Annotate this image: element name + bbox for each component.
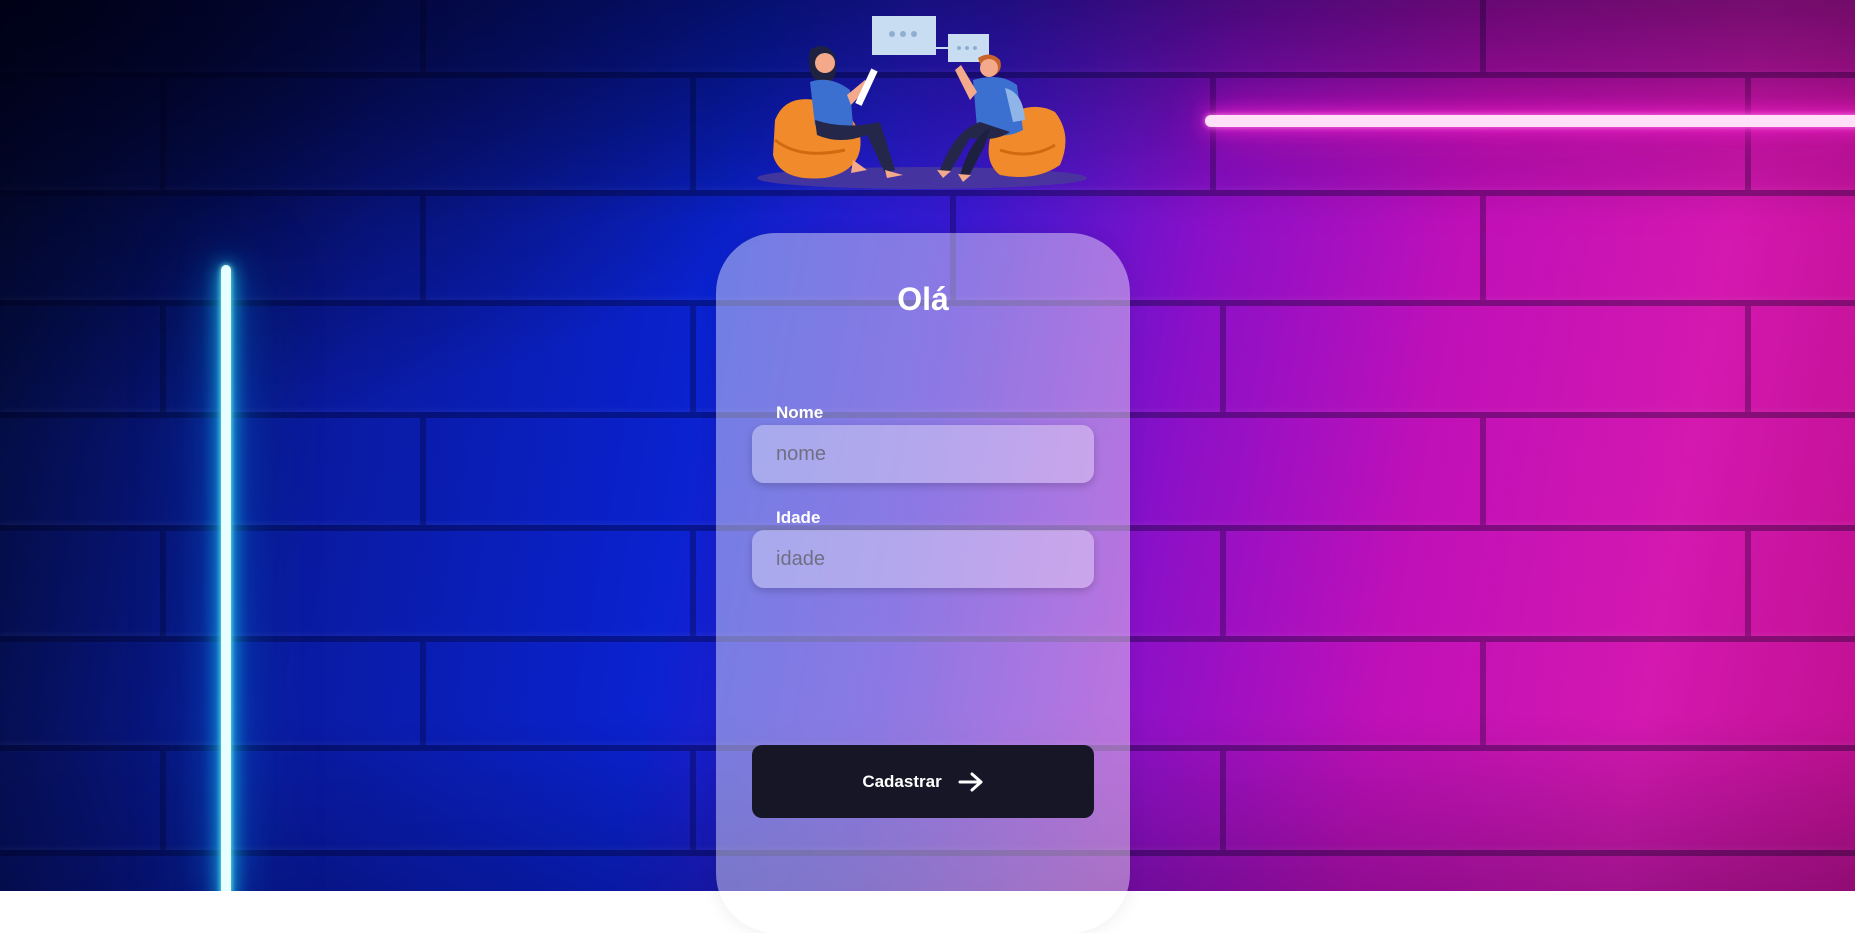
chat-conversation-illustration	[755, 10, 1090, 195]
name-input[interactable]	[752, 425, 1094, 483]
age-label: Idade	[776, 508, 821, 527]
card-title: Olá	[897, 281, 949, 317]
neon-cyan-tube	[221, 265, 231, 891]
submit-button-label: Cadastrar	[862, 771, 942, 791]
registration-card: Olá Nome Idade Cadastrar	[716, 233, 1130, 933]
name-label: Nome	[776, 403, 824, 422]
arrow-right-icon	[958, 772, 984, 792]
submit-button[interactable]: Cadastrar	[752, 745, 1094, 818]
age-input[interactable]	[752, 530, 1094, 588]
neon-pink-tube	[1205, 115, 1855, 127]
